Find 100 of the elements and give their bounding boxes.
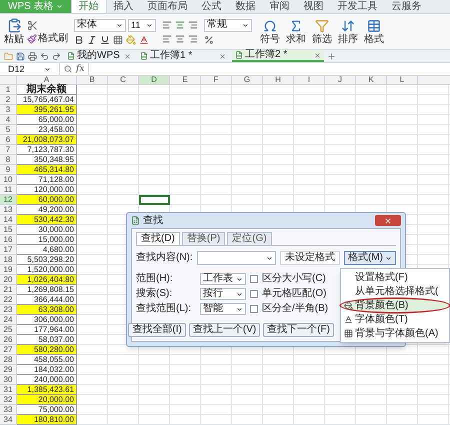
row-number[interactable]: 32 — [0, 395, 17, 405]
row-number[interactable]: 7 — [0, 145, 17, 155]
row-number[interactable]: 19 — [0, 265, 17, 275]
document-tab[interactable]: 我的WPS — [64, 50, 134, 62]
row-number[interactable]: 11 — [0, 185, 17, 195]
row-number[interactable]: 5 — [0, 125, 17, 135]
document-tab[interactable]: 工作簿1 * — [137, 50, 229, 62]
scissors-icon[interactable] — [27, 20, 38, 30]
close-icon[interactable] — [314, 52, 321, 58]
italic-icon[interactable] — [87, 34, 97, 44]
font-size-select[interactable]: 11 — [128, 18, 156, 32]
column-header[interactable]: K — [356, 76, 387, 84]
name-box[interactable]: D12 — [0, 63, 60, 75]
row-number[interactable]: 16 — [0, 235, 17, 245]
bold-icon[interactable] — [74, 34, 84, 44]
dialog-tab[interactable]: 替换(P) — [182, 232, 226, 245]
paste-button[interactable]: 粘贴 — [4, 18, 24, 45]
document-tab[interactable]: 工作簿2 * — [232, 50, 324, 62]
font-select[interactable]: 宋体 — [74, 18, 126, 32]
option-select[interactable]: 智能 — [200, 303, 246, 315]
ribbon-tab[interactable]: 云服务 — [384, 0, 429, 13]
ribbon-tab[interactable]: 插入 — [106, 0, 141, 13]
row-number[interactable]: 33 — [0, 405, 17, 415]
row-number[interactable]: 31 — [0, 385, 17, 395]
ribbon-tab[interactable]: 开发工具 — [330, 0, 385, 13]
dialog-button[interactable]: 查找下一个(F) — [263, 323, 334, 337]
column-header[interactable]: H — [263, 76, 294, 84]
align-right-icon[interactable] — [188, 20, 198, 30]
number-format-select[interactable]: 常规 — [204, 18, 252, 32]
dialog-button[interactable]: 查找上一个(V) — [188, 323, 260, 337]
column-header[interactable]: I — [294, 76, 325, 84]
redo-icon[interactable] — [52, 52, 61, 60]
row-number[interactable]: 18 — [0, 255, 17, 265]
ribbon-tool-button[interactable]: 求和 — [284, 18, 308, 44]
option-select[interactable]: 工作表 — [200, 273, 246, 285]
menu-item[interactable]: 设置格式(F) — [341, 271, 449, 284]
row-number[interactable]: 21 — [0, 285, 17, 295]
dialog-tab[interactable]: 查找(D) — [136, 232, 180, 245]
row-number[interactable]: 3 — [0, 105, 17, 115]
row-number[interactable]: 27 — [0, 345, 17, 355]
row-number[interactable]: 1 — [0, 85, 17, 95]
menu-item[interactable]: 字体颜色(T) — [341, 313, 449, 326]
ribbon-tab[interactable]: 审阅 — [262, 0, 297, 13]
row-number[interactable]: 14 — [0, 215, 17, 225]
menu-item[interactable]: 背景颜色(B) — [341, 299, 449, 312]
menu-item[interactable]: 背景与字体颜色(A) — [341, 327, 449, 340]
close-icon[interactable] — [124, 52, 131, 60]
row-number[interactable]: 15 — [0, 225, 17, 235]
ribbon-tab[interactable]: 数据 — [228, 0, 263, 13]
format-painter-button[interactable]: 格式刷 — [27, 34, 68, 44]
row-number[interactable]: 8 — [0, 155, 17, 165]
row-number[interactable]: 20 — [0, 275, 17, 285]
ribbon-tool-button[interactable]: 筛选 — [310, 18, 334, 44]
column-header[interactable]: E — [170, 76, 201, 84]
row-number[interactable]: 23 — [0, 305, 17, 315]
row-number[interactable]: 12 — [0, 195, 17, 205]
ribbon-tab[interactable]: 视图 — [296, 0, 331, 13]
row-number[interactable]: 9 — [0, 165, 17, 175]
row-number[interactable]: 17 — [0, 245, 17, 255]
checkbox[interactable] — [250, 275, 258, 283]
border-icon[interactable] — [113, 34, 123, 44]
font-color-icon[interactable] — [139, 34, 149, 44]
row-number[interactable]: 22 — [0, 295, 17, 305]
row-number[interactable]: 25 — [0, 325, 17, 335]
dialog-button[interactable]: 查找全部(I) — [128, 323, 186, 337]
column-header[interactable]: D — [139, 76, 170, 84]
row-number[interactable]: 28 — [0, 355, 17, 365]
align-center-icon[interactable] — [175, 34, 185, 44]
column-header[interactable]: A — [17, 76, 77, 84]
row-number[interactable]: 34 — [0, 415, 17, 425]
align-right-icon[interactable] — [188, 34, 198, 44]
column-header[interactable]: G — [232, 76, 263, 84]
row-number[interactable]: 10 — [0, 175, 17, 185]
ribbon-tab[interactable]: 公式 — [194, 0, 229, 13]
checkbox[interactable] — [250, 290, 258, 298]
column-header[interactable]: J — [325, 76, 356, 84]
checkbox[interactable] — [250, 305, 258, 313]
ribbon-tool-button[interactable]: 排序 — [336, 18, 360, 44]
row-number[interactable]: 13 — [0, 205, 17, 215]
column-header[interactable]: B — [77, 76, 108, 84]
row-number[interactable]: 6 — [0, 135, 17, 145]
ribbon-tab[interactable]: 页面布局 — [140, 0, 195, 13]
format-button[interactable]: 格式(M) — [344, 251, 396, 265]
dialog-tab[interactable]: 定位(G) — [227, 232, 272, 245]
search-icon[interactable] — [64, 65, 72, 73]
ribbon-tab[interactable]: 开始 — [70, 0, 107, 13]
printer-icon[interactable] — [28, 52, 37, 60]
column-header[interactable]: F — [201, 76, 232, 84]
menu-item[interactable]: 从单元格选择格式( — [341, 285, 449, 298]
underline-icon[interactable] — [100, 34, 110, 44]
align-center-icon[interactable] — [175, 20, 185, 30]
undo-icon[interactable] — [40, 52, 49, 60]
row-number[interactable]: 29 — [0, 365, 17, 375]
row-number[interactable]: 2 — [0, 95, 17, 105]
selected-cell[interactable] — [139, 195, 170, 205]
new-tab-icon[interactable] — [327, 52, 336, 60]
option-select[interactable]: 按行 — [200, 288, 246, 300]
ribbon-tool-button[interactable]: 符号 — [258, 18, 282, 44]
row-number[interactable]: 30 — [0, 375, 17, 385]
function-label[interactable]: fx — [76, 64, 84, 74]
